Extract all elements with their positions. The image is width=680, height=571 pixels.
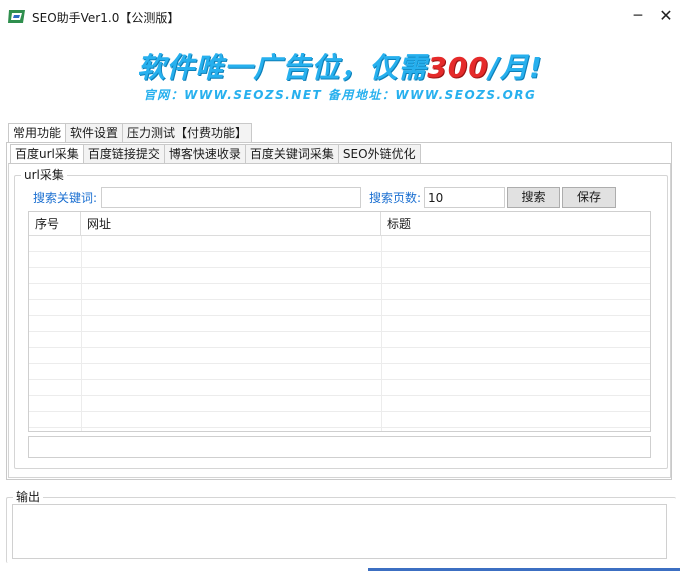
output-textbox[interactable] bbox=[12, 504, 667, 559]
minimize-button[interactable]: ─ bbox=[624, 4, 652, 28]
url-collect-legend: url采集 bbox=[21, 168, 67, 182]
banner-headline-pre: 软件唯一广告位，仅需 bbox=[137, 51, 428, 84]
table-row[interactable] bbox=[29, 316, 650, 332]
keyword-label: 搜索关键词: bbox=[33, 191, 98, 205]
banner-headline-post: /月! bbox=[488, 51, 543, 84]
save-button[interactable]: 保存 bbox=[562, 187, 616, 208]
table-row[interactable] bbox=[29, 284, 650, 300]
table-row[interactable] bbox=[29, 332, 650, 348]
results-status-bar bbox=[28, 436, 651, 458]
sub-tab-strip: 百度url采集 百度链接提交 博客快速收录 百度关键词采集 SEO外链优化 bbox=[10, 144, 421, 165]
ad-banner[interactable]: 软件唯一广告位，仅需300/月! 官网：WWW.SEOZS.NET 备用地址：W… bbox=[0, 34, 680, 116]
table-row[interactable] bbox=[29, 268, 650, 284]
column-header-title[interactable]: 标题 bbox=[381, 212, 650, 236]
table-row[interactable] bbox=[29, 348, 650, 364]
tab-common-functions[interactable]: 常用功能 bbox=[8, 123, 67, 144]
pages-input[interactable] bbox=[424, 187, 505, 208]
column-divider bbox=[381, 236, 382, 431]
pages-label: 搜索页数: bbox=[369, 191, 422, 205]
column-header-seq[interactable]: 序号 bbox=[29, 212, 81, 236]
table-header: 序号 网址 标题 bbox=[29, 212, 650, 236]
tab-stress-test[interactable]: 压力测试【付费功能】 bbox=[122, 123, 253, 143]
banner-headline: 软件唯一广告位，仅需300/月! bbox=[0, 46, 680, 86]
main-tab-strip: 常用功能 软件设置 压力测试【付费功能】 bbox=[8, 123, 253, 144]
table-row[interactable] bbox=[29, 412, 650, 428]
output-legend: 输出 bbox=[13, 490, 44, 504]
app-logo-icon bbox=[8, 10, 25, 23]
tab-blog-fast-index[interactable]: 博客快速收录 bbox=[163, 144, 246, 164]
banner-price: 300 bbox=[427, 51, 489, 84]
search-button[interactable]: 搜索 bbox=[507, 187, 560, 208]
table-row[interactable] bbox=[29, 300, 650, 316]
results-table[interactable]: 序号 网址 标题 bbox=[28, 211, 651, 432]
table-row[interactable] bbox=[29, 364, 650, 380]
table-row[interactable] bbox=[29, 252, 650, 268]
column-divider bbox=[81, 236, 82, 431]
table-row[interactable] bbox=[29, 396, 650, 412]
tab-baidu-url-collect[interactable]: 百度url采集 bbox=[10, 144, 84, 165]
table-row[interactable] bbox=[29, 380, 650, 396]
tab-seo-backlink[interactable]: SEO外链优化 bbox=[337, 144, 421, 164]
tab-baidu-link-submit[interactable]: 百度链接提交 bbox=[82, 144, 165, 164]
table-row[interactable] bbox=[29, 236, 650, 252]
title-bar: SEO助手Ver1.0【公测版】 ─ ✕ bbox=[0, 0, 680, 32]
keyword-input[interactable] bbox=[101, 187, 361, 208]
banner-subline: 官网：WWW.SEOZS.NET 备用地址：WWW.SEOZS.ORG bbox=[143, 88, 537, 102]
window-title: SEO助手Ver1.0【公测版】 bbox=[32, 11, 180, 25]
tab-baidu-keyword-collect[interactable]: 百度关键词采集 bbox=[244, 144, 339, 164]
close-button[interactable]: ✕ bbox=[652, 4, 680, 28]
column-header-url[interactable]: 网址 bbox=[81, 212, 381, 236]
tab-software-settings[interactable]: 软件设置 bbox=[65, 123, 124, 143]
